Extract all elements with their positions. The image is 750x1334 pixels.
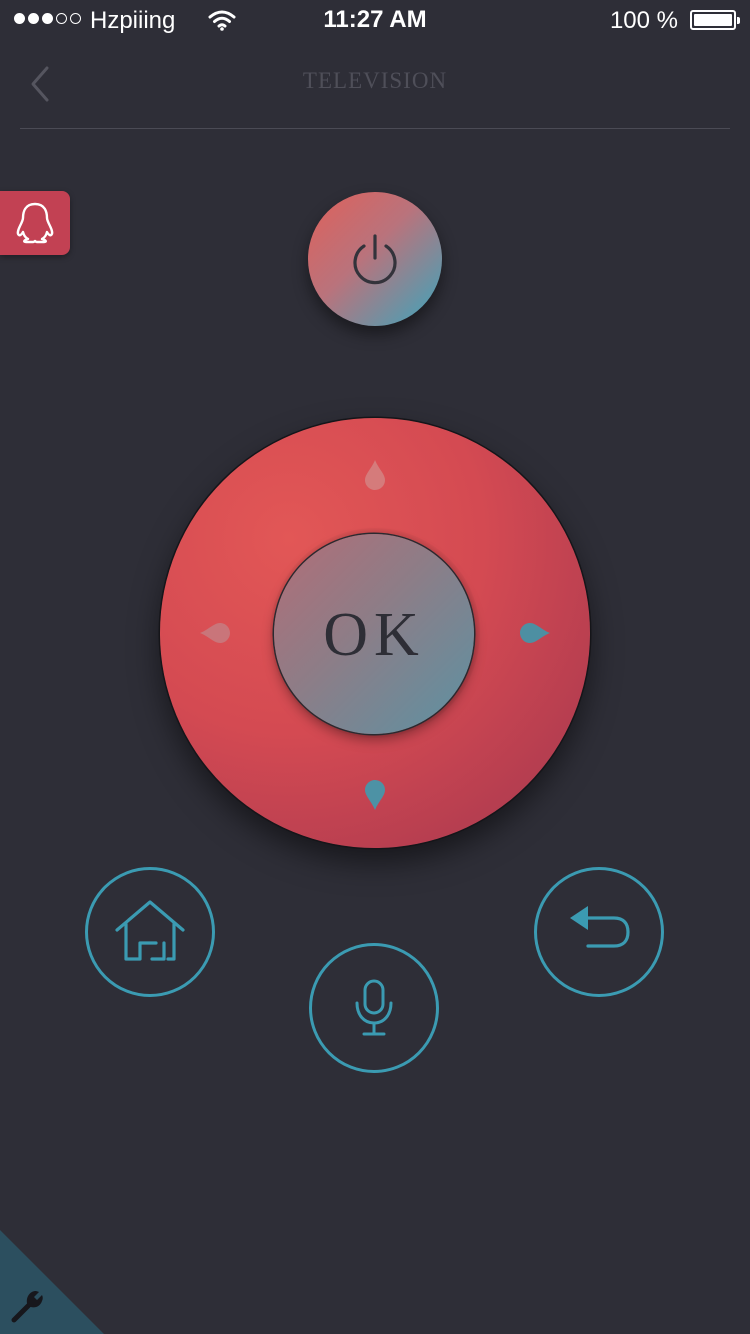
microphone-icon bbox=[355, 979, 393, 1036]
return-arrow-icon bbox=[570, 906, 630, 948]
arrow-left-button[interactable] bbox=[198, 619, 232, 647]
qq-share-tab[interactable] bbox=[0, 191, 70, 255]
ok-label: OK bbox=[323, 601, 425, 669]
page-title: TELEVISION bbox=[302, 68, 448, 93]
direction-pad: OK bbox=[160, 418, 590, 848]
return-button[interactable] bbox=[534, 867, 664, 997]
home-icon bbox=[115, 900, 185, 961]
qq-penguin-icon bbox=[16, 202, 54, 244]
wrench-icon[interactable] bbox=[8, 1286, 48, 1326]
battery-icon bbox=[690, 10, 740, 30]
power-button[interactable] bbox=[308, 192, 442, 326]
battery-percent: 100 % bbox=[609, 7, 678, 34]
status-bar: Hzpiiing 11:27 AM 100 % bbox=[0, 0, 750, 40]
arrow-down-button[interactable] bbox=[361, 778, 389, 812]
power-icon bbox=[353, 234, 397, 285]
voice-button[interactable] bbox=[309, 943, 439, 1073]
arrow-right-button[interactable] bbox=[518, 619, 552, 647]
navigation-bar: TELEVISION bbox=[20, 48, 730, 129]
home-button[interactable] bbox=[85, 867, 215, 997]
ok-button[interactable]: OK bbox=[274, 534, 474, 734]
arrow-up-button[interactable] bbox=[361, 458, 389, 492]
